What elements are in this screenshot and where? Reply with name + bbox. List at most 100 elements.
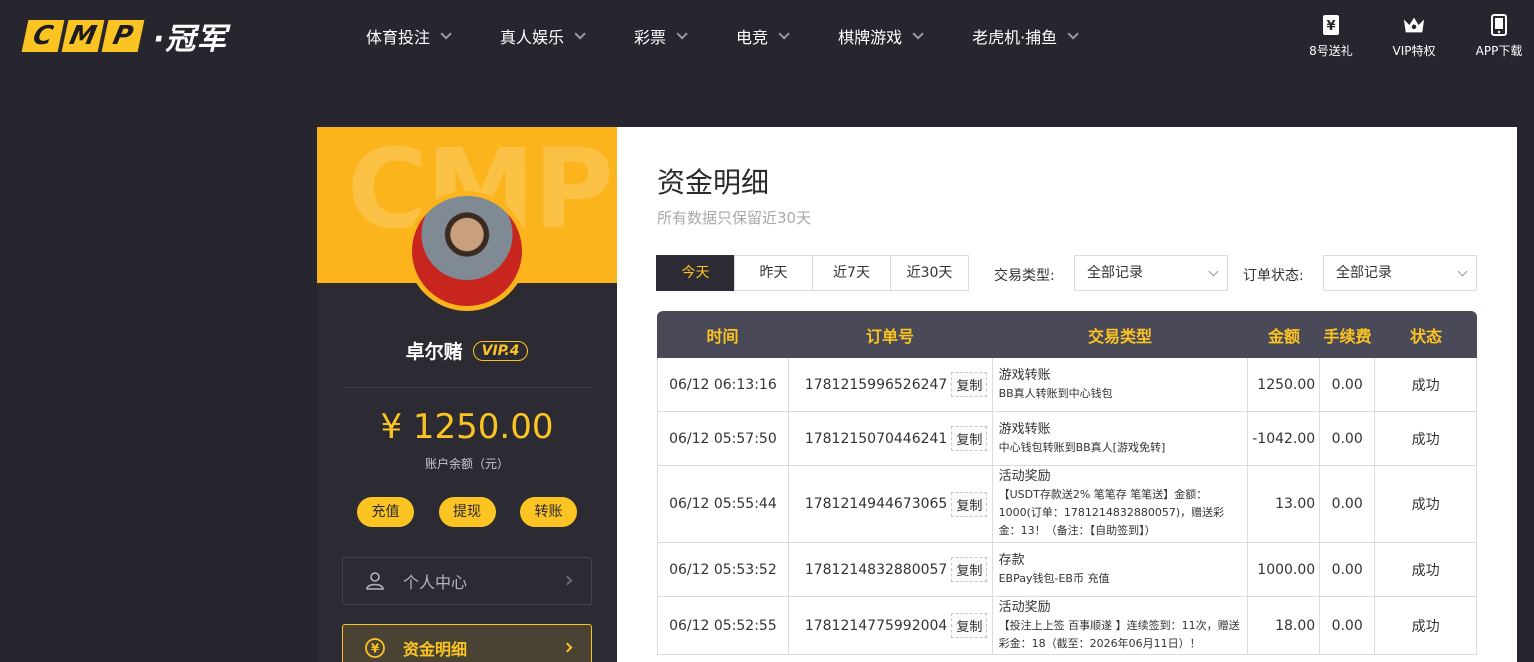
copy-button[interactable]: 复制	[951, 426, 988, 451]
crown-icon	[1403, 14, 1425, 36]
column-header: 交易类型	[1087, 326, 1152, 346]
column-header: 订单号	[865, 326, 914, 346]
copy-button[interactable]: 复制	[951, 613, 988, 638]
column-header: 金额	[1267, 326, 1300, 346]
user-icon	[365, 571, 385, 591]
cell-amount: -1042.00	[1248, 412, 1321, 465]
cell-fee: 0.00	[1320, 466, 1376, 542]
avatar-image	[412, 196, 522, 306]
withdraw-button[interactable]: 提现	[438, 497, 496, 527]
cell-type: 存款 EBPay钱包-EB币 充值	[993, 543, 1249, 596]
nav-live-casino[interactable]: 真人娱乐	[500, 24, 586, 48]
table-row: 06/12 05:53:52 1781214832880057 复制 存款 EBPa…	[657, 543, 1478, 597]
cell-type: 游戏转账 中心钱包转账到BB真人[游戏免转]	[993, 412, 1249, 465]
nav-sports[interactable]: 体育投注	[366, 24, 452, 48]
svg-text:¥: ¥	[371, 642, 380, 656]
nav-esports[interactable]: 电竞	[736, 24, 790, 48]
chevron-down-icon	[778, 28, 790, 40]
avatar[interactable]	[407, 191, 527, 311]
chevron-down-icon	[1457, 266, 1468, 277]
copy-button[interactable]: 复制	[951, 491, 988, 517]
page-subtitle: 所有数据只保留近30天	[657, 209, 812, 227]
menu-fund-details[interactable]: ¥ 资金明细	[342, 624, 592, 662]
tab-last-7-days[interactable]: 近7天	[812, 255, 891, 291]
logo-letter: M	[61, 20, 105, 52]
cell-amount: 1000.00	[1248, 543, 1321, 596]
cell-fee: 0.00	[1320, 412, 1376, 465]
yen-coin-icon: ¥	[365, 638, 385, 658]
table-row: 06/12 06:13:16 1781215996526247 复制 游戏转账 BB…	[657, 358, 1478, 412]
status-badge: 成功	[1375, 466, 1478, 542]
balance-label: 账户余额（元）	[424, 457, 509, 471]
status-badge: 成功	[1375, 543, 1478, 596]
cell-type: 活动奖励 【USDT存款送2% 笔笔存 笔笔送】金额：1000(订单：178121…	[993, 466, 1249, 542]
cell-amount: 18.00	[1248, 597, 1321, 654]
chevron-right-icon	[562, 642, 573, 653]
order-status-label: 订单状态:	[1243, 268, 1304, 284]
menu-personal-center[interactable]: 个人中心	[342, 557, 592, 605]
phone-icon	[1488, 14, 1510, 36]
username: 卓尔赌	[405, 341, 463, 363]
table-row: 06/12 05:52:55 1781214775992004 复制 活动奖励 【投…	[657, 597, 1478, 655]
yen-gift-icon: ¥	[1320, 14, 1342, 36]
cell-order: 1781215996526247 复制	[789, 358, 993, 411]
tab-today[interactable]: 今天	[656, 255, 735, 291]
cell-time: 06/12 05:55:44	[658, 466, 789, 542]
deposit-button[interactable]: 充值	[357, 497, 414, 527]
cell-time: 06/12 05:52:55	[658, 597, 789, 654]
cell-time: 06/12 05:57:50	[658, 412, 789, 465]
tab-yesterday[interactable]: 昨天	[734, 255, 813, 291]
logo-cn-text: ·冠军	[153, 22, 228, 57]
cell-order: 1781214832880057 复制	[789, 543, 993, 596]
svg-text:¥: ¥	[1326, 19, 1335, 34]
vip-privileges-link[interactable]: VIP特权	[1379, 14, 1449, 59]
transfer-button[interactable]: 转账	[520, 497, 577, 527]
status-badge: 成功	[1375, 412, 1478, 465]
copy-button[interactable]: 复制	[951, 372, 988, 397]
column-header: 时间	[706, 326, 739, 346]
chevron-down-icon	[574, 28, 586, 40]
cell-order: 1781215070446241 复制	[789, 412, 993, 465]
fund-details-panel: 资金明细 所有数据只保留近30天 今天 昨天 近7天 近30天 交易类型: 全部…	[617, 127, 1517, 662]
gift-8th-link[interactable]: ¥ 8号送礼	[1296, 14, 1366, 59]
divider	[342, 387, 592, 388]
status-badge: 成功	[1375, 597, 1478, 654]
logo-letter: P	[101, 20, 145, 52]
chevron-down-icon	[676, 28, 688, 40]
cell-time: 06/12 06:13:16	[658, 358, 789, 411]
wallet-actions: 充值 提现 转账	[357, 497, 577, 527]
cell-fee: 0.00	[1320, 597, 1376, 654]
table-header: 时间 订单号 交易类型 金额 手续费 状态	[657, 311, 1477, 358]
nav-slots-fishing[interactable]: 老虎机·捕鱼	[972, 24, 1079, 48]
order-status-select[interactable]: 全部记录	[1323, 255, 1477, 291]
cell-fee: 0.00	[1320, 358, 1376, 411]
tab-last-30-days[interactable]: 近30天	[890, 255, 969, 291]
cell-type: 活动奖励 【投注上上签 百事顺遂 】连续签到：11次，赠送彩金：18（截至：202…	[993, 597, 1249, 654]
cell-type: 游戏转账 BB真人转账到中心钱包	[993, 358, 1249, 411]
user-name-row: 卓尔赌 VIP.4	[317, 337, 617, 364]
transaction-type-select[interactable]: 全部记录	[1074, 255, 1228, 291]
date-range-tabs: 今天 昨天 近7天 近30天	[656, 255, 969, 291]
copy-button[interactable]: 复制	[951, 557, 988, 582]
chevron-right-icon	[562, 575, 573, 586]
nav-card-games[interactable]: 棋牌游戏	[838, 24, 924, 48]
cell-time: 06/12 05:53:52	[658, 543, 789, 596]
account-balance: ¥ 1250.00	[380, 407, 554, 447]
cmp-logo[interactable]: C M P ·冠军	[21, 18, 227, 57]
top-header: C M P ·冠军 体育投注 真人娱乐 彩票 电竞 棋牌游戏 老虎机·捕鱼 ¥ …	[0, 0, 1534, 75]
cell-amount: 13.00	[1248, 466, 1321, 542]
page-title: 资金明细	[657, 166, 770, 199]
cell-order: 1781214775992004 复制	[789, 597, 993, 654]
nav-lottery[interactable]: 彩票	[634, 24, 688, 48]
chevron-down-icon	[912, 28, 924, 40]
table-row: 06/12 05:55:44 1781214944673065 复制 活动奖励 【U…	[657, 466, 1478, 543]
chevron-down-icon	[1067, 28, 1079, 40]
cell-fee: 0.00	[1320, 543, 1376, 596]
account-sidebar: CMP 卓尔赌 VIP.4 ¥ 1250.00 账户余额（元） 充值 提现 转账…	[317, 127, 617, 662]
table-row: 06/12 05:57:50 1781215070446241 复制 游戏转账 中心…	[657, 412, 1478, 466]
transactions-table: 时间 订单号 交易类型 金额 手续费 状态 06/12 06:13:16 178…	[657, 311, 1478, 655]
app-download-link[interactable]: APP下载	[1464, 14, 1534, 59]
logo-letter: C	[21, 20, 65, 52]
main-nav: 体育投注 真人娱乐 彩票 电竞 棋牌游戏 老虎机·捕鱼	[366, 24, 1127, 48]
chevron-down-icon	[440, 28, 452, 40]
